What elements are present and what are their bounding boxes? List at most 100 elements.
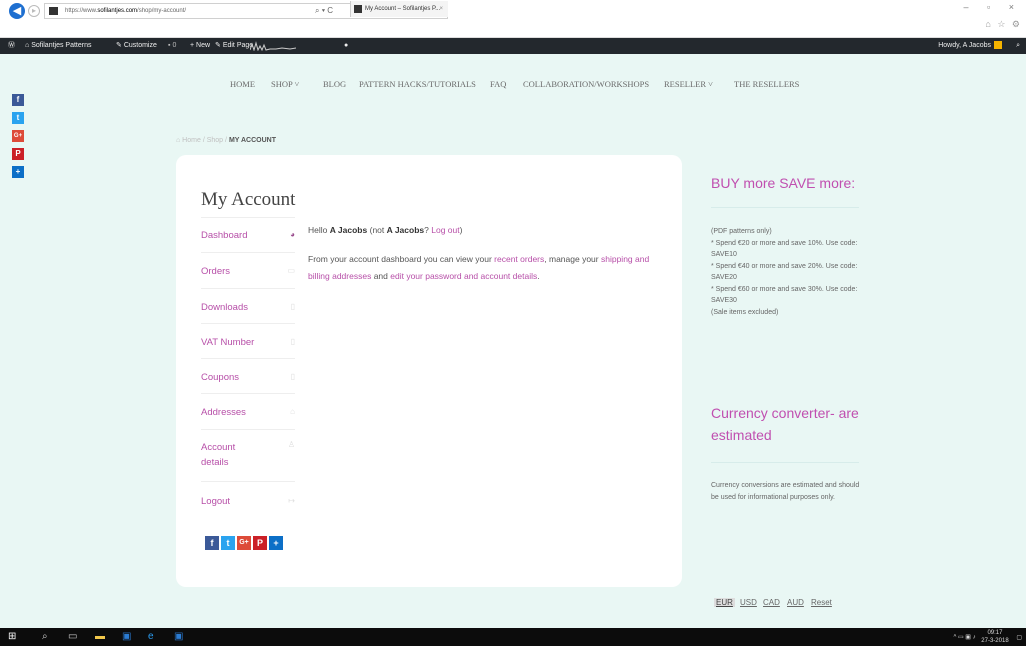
system-tray: ^ ▭ ▣ ♪ 09:17 27-3-2018 ▢ — [953, 629, 1022, 645]
nav-item-the-resellers[interactable]: THE RESELLERS — [734, 79, 799, 89]
share-plus-icon[interactable]: + — [269, 536, 283, 550]
logout-icon: ↦ — [288, 496, 295, 505]
intro-text: From your account dashboard you can view… — [308, 254, 492, 264]
greeting-hello: Hello — [308, 225, 328, 235]
account-menu-addresses[interactable]: Addresses ⌂ — [201, 393, 295, 429]
share-plus-icon[interactable]: + — [12, 166, 24, 178]
nav-item-faq[interactable]: FAQ — [490, 79, 506, 89]
account-menu-label: Coupons — [201, 372, 240, 383]
admin-customize-label: Customize — [123, 42, 157, 49]
google-plus-icon[interactable]: G+ — [237, 536, 251, 550]
account-menu-orders[interactable]: Orders ▭ — [201, 252, 295, 288]
currency-usd[interactable]: USD — [740, 598, 757, 607]
admin-edit-page-link[interactable]: ✎ Edit Page — [215, 38, 253, 54]
wordpress-logo-icon[interactable]: Ⓦ — [8, 38, 15, 54]
admin-site-name: Sofilantjes Patterns — [31, 42, 92, 49]
admin-customize-link[interactable]: ✎ Customize — [116, 38, 157, 54]
back-button[interactable]: ◀ — [9, 3, 25, 19]
dashboard-content: Hello A Jacobs (not A Jacobs? Log out) F… — [308, 222, 653, 285]
nav-item-pattern-hacks[interactable]: PATTERN HACKS/TUTORIALS — [359, 79, 476, 89]
tray-icons[interactable]: ^ ▭ ▣ ♪ — [953, 635, 975, 641]
admin-new-link[interactable]: + New — [190, 38, 210, 54]
dashboard-intro: From your account dashboard you can view… — [308, 251, 653, 285]
promo-divider — [711, 207, 859, 208]
admin-comments-count: 0 — [172, 42, 177, 49]
nav-item-blog[interactable]: BLOG — [323, 79, 346, 89]
logout-link[interactable]: Log out — [431, 225, 459, 235]
admin-comments-link[interactable]: ▪ 0 — [168, 38, 176, 54]
edge-browser-icon[interactable]: e — [148, 631, 154, 643]
breadcrumb-shop[interactable]: Shop — [207, 137, 223, 144]
action-center-icon[interactable]: ▢ — [1016, 635, 1022, 641]
breadcrumb-home[interactable]: ⌂ Home — [176, 137, 201, 144]
file-explorer-icon[interactable]: ▬ — [95, 631, 105, 643]
breadcrumb-current: MY ACCOUNT — [228, 137, 276, 144]
nav-item-collaboration[interactable]: COLLABORATION/WORKSHOPS — [523, 79, 649, 89]
account-menu-account-details[interactable]: Account details ♙ — [201, 429, 295, 481]
stats-sparkline-icon[interactable] — [250, 41, 296, 51]
greeting-name: A Jacobs — [329, 225, 368, 235]
clock-time: 09:17 — [987, 630, 1003, 636]
admin-bubble-icon[interactable]: ● — [344, 38, 348, 54]
dashboard-icon: ◕ — [290, 230, 295, 239]
nav-item-shop[interactable]: SHOP ˅ — [271, 79, 299, 89]
account-menu-dashboard[interactable]: Dashboard ◕ — [201, 217, 295, 252]
greeting-not: (not — [369, 225, 385, 235]
taskbar-search-icon[interactable]: ⌕ — [42, 631, 48, 643]
twitter-icon[interactable]: t — [12, 112, 24, 124]
promo-title: BUY more SAVE more: — [711, 175, 856, 191]
wp-admin-bar: Ⓦ ⌂ Sofilantjes Patterns ✎ Customize ▪ 0… — [0, 38, 1026, 54]
windows-taskbar: ⊞ ⌕ ▭ ▬ ▣ e ▣ ^ ▭ ▣ ♪ 09:17 27-3-2018 ▢ — [0, 628, 1026, 646]
promo-line: (Sale items excluded) — [711, 308, 779, 316]
account-details-icon: ♙ — [287, 440, 295, 449]
browser-tools-icons[interactable]: ⌂ ☆ ⚙ — [985, 19, 1022, 30]
account-menu-label: Dashboard — [201, 230, 248, 241]
outlook-icon[interactable]: ▣ — [122, 631, 131, 643]
nav-item-reseller[interactable]: RESELLER ˅ — [664, 79, 713, 89]
account-menu-downloads[interactable]: Downloads ▯ — [201, 288, 295, 323]
twitter-icon[interactable]: t — [221, 536, 235, 550]
browser-tab[interactable]: My Account – Sofilantjes P... × — [350, 1, 448, 17]
breadcrumb-separator: / — [225, 137, 227, 144]
url-prefix: https://www. — [65, 8, 98, 14]
account-menu-coupons[interactable]: Coupons ▯ — [201, 358, 295, 393]
currency-aud[interactable]: AUD — [787, 598, 804, 607]
account-menu-label: Account details — [201, 442, 236, 468]
account-menu-vat-number[interactable]: VAT Number ▯ — [201, 323, 295, 358]
currency-eur[interactable]: EUR — [714, 598, 735, 607]
coupons-icon: ▯ — [290, 372, 295, 381]
recent-orders-link[interactable]: recent orders — [494, 254, 544, 264]
admin-new-label: New — [196, 42, 211, 49]
word-icon[interactable]: ▣ — [174, 631, 183, 643]
nav-item-home[interactable]: HOME — [230, 79, 255, 89]
admin-howdy[interactable]: Howdy, A Jacobs — [938, 38, 1002, 54]
edit-account-link[interactable]: edit your password and account details — [390, 271, 537, 281]
admin-site-link[interactable]: ⌂ Sofilantjes Patterns — [25, 38, 92, 54]
currency-title: Currency converter- are estimated — [711, 405, 859, 443]
windows-start-icon[interactable]: ⊞ — [8, 631, 16, 643]
greeting-close: ) — [459, 225, 463, 235]
account-menu-label: VAT Number — [201, 337, 255, 348]
account-card: My Account Dashboard ◕ Orders ▭ Download… — [176, 155, 682, 587]
url-path: /shop/my-account/ — [137, 8, 187, 14]
pinterest-icon[interactable]: P — [12, 148, 24, 160]
tab-title: My Account – Sofilantjes P... — [365, 6, 441, 12]
facebook-icon[interactable]: f — [205, 536, 219, 550]
intro-text: . — [537, 271, 540, 281]
tab-close-icon[interactable]: × — [439, 1, 443, 17]
google-plus-icon[interactable]: G+ — [12, 130, 24, 142]
currency-cad[interactable]: CAD — [763, 598, 780, 607]
task-view-icon[interactable]: ▭ — [68, 631, 77, 643]
clock[interactable]: 09:17 27-3-2018 — [981, 629, 1008, 645]
currency-divider — [711, 462, 859, 463]
account-menu-logout[interactable]: Logout ↦ — [201, 481, 295, 516]
account-menu-label: Downloads — [201, 302, 248, 313]
forward-button[interactable]: ▸ — [28, 5, 40, 17]
pinterest-icon[interactable]: P — [253, 536, 267, 550]
promo-text: (PDF patterns only) * Spend €20 or more … — [711, 226, 863, 318]
facebook-icon[interactable]: f — [12, 94, 24, 106]
window-controls[interactable]: – ▫ × — [964, 2, 1022, 12]
address-tools-icon[interactable]: ⌕ ▾ C — [315, 4, 333, 18]
currency-reset[interactable]: Reset — [811, 598, 832, 607]
admin-search-icon[interactable]: ⌕ — [1016, 38, 1020, 54]
